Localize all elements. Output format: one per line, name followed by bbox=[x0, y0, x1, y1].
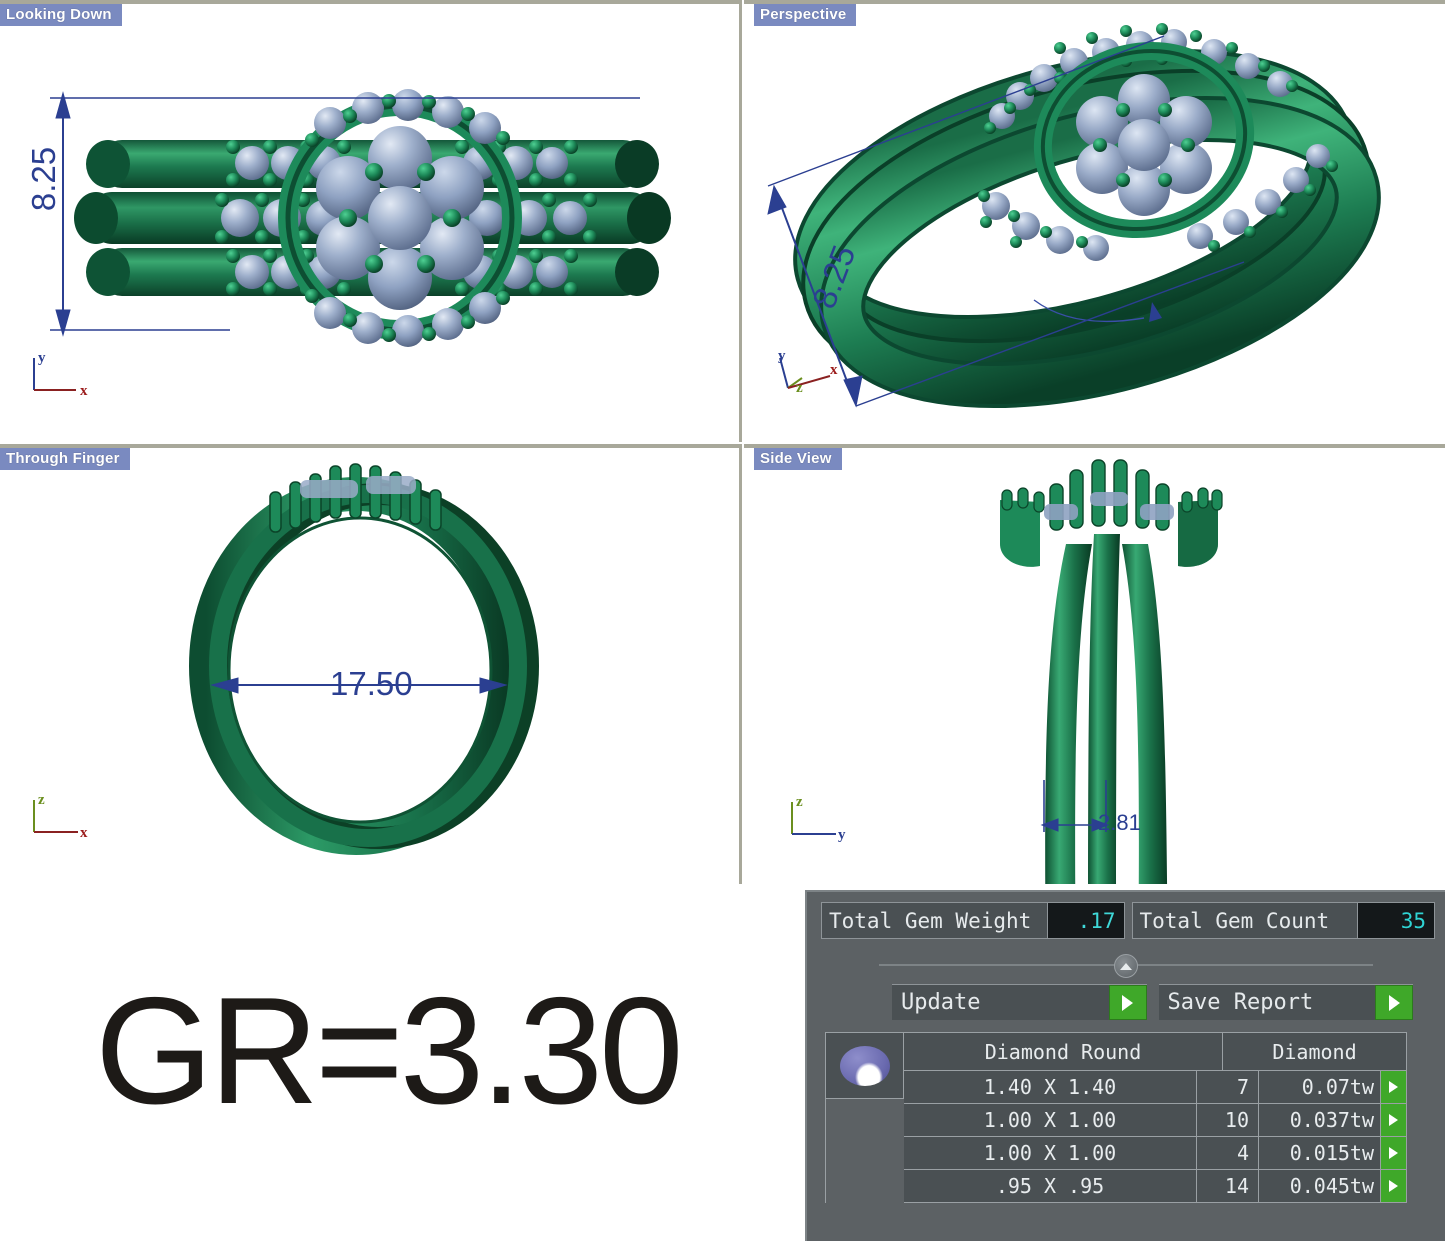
axis-label-y: y bbox=[778, 348, 786, 364]
update-button-label: Update bbox=[892, 985, 1109, 1020]
gem-size: 1.40 X 1.40 bbox=[904, 1071, 1197, 1104]
axis-label-x: x bbox=[80, 383, 88, 399]
gem-report-panel: Total Gem Weight .17 Total Gem Count 35 … bbox=[805, 890, 1445, 1241]
table-row[interactable]: 1.00 X 1.00 10 0.037tw bbox=[904, 1104, 1407, 1137]
axis-label-x: x bbox=[830, 362, 838, 378]
axis-label-z: z bbox=[796, 794, 803, 810]
panel-divider bbox=[879, 954, 1373, 976]
gem-count: 7 bbox=[1197, 1071, 1259, 1104]
total-gem-weight-value: .17 bbox=[1048, 903, 1124, 938]
table-row[interactable]: .95 X .95 14 0.045tw bbox=[904, 1170, 1407, 1203]
viewport-side-view[interactable]: Side View bbox=[744, 444, 1445, 884]
viewport-label-side-view: Side View bbox=[754, 448, 842, 470]
diamond-icon bbox=[840, 1046, 890, 1086]
gem-thumbnail-column bbox=[826, 1033, 904, 1203]
collapse-panel-button[interactable] bbox=[1114, 954, 1138, 978]
table-header-row: Diamond Round Diamond bbox=[904, 1033, 1407, 1071]
viewport-label-through-finger: Through Finger bbox=[0, 448, 130, 470]
viewport-perspective[interactable]: Perspective bbox=[744, 0, 1445, 442]
row-action-arrow-icon[interactable] bbox=[1381, 1170, 1407, 1203]
play-arrow-icon[interactable] bbox=[1109, 985, 1147, 1020]
total-gem-weight-label: Total Gem Weight bbox=[822, 903, 1048, 938]
axis-gizmo-looking-down: y x bbox=[24, 348, 94, 398]
axis-label-z: z bbox=[38, 792, 45, 808]
total-gem-count-readout: Total Gem Count 35 bbox=[1132, 902, 1436, 939]
gem-weight: 0.07tw bbox=[1259, 1071, 1381, 1104]
row-action-arrow-icon[interactable] bbox=[1381, 1071, 1407, 1104]
axis-label-x: x bbox=[80, 825, 88, 841]
gem-count: 14 bbox=[1197, 1170, 1259, 1203]
dimension-label-side-width: 2.81 bbox=[1098, 810, 1141, 836]
axis-gizmo-side-view: z y bbox=[782, 792, 852, 842]
save-report-button-label: Save Report bbox=[1159, 985, 1376, 1020]
gem-size: 1.00 X 1.00 bbox=[904, 1137, 1197, 1170]
gem-report-summary: Total Gem Weight .17 Total Gem Count 35 bbox=[807, 892, 1445, 939]
axis-label-y: y bbox=[838, 827, 846, 843]
row-action-arrow-icon[interactable] bbox=[1381, 1104, 1407, 1137]
gem-weight: 0.037tw bbox=[1259, 1104, 1381, 1137]
dimension-label-height: 8.25 bbox=[25, 147, 63, 211]
gem-table: Diamond Round Diamond 1.40 X 1.40 7 0.07… bbox=[825, 1032, 1407, 1203]
gem-table-body: Diamond Round Diamond 1.40 X 1.40 7 0.07… bbox=[904, 1033, 1407, 1203]
ring-render-looking-down bbox=[0, 0, 742, 442]
axis-gizmo-perspective: y z x bbox=[762, 348, 832, 398]
gem-size: 1.00 X 1.00 bbox=[904, 1104, 1197, 1137]
chevron-up-icon bbox=[1120, 963, 1132, 970]
gem-thumbnail[interactable] bbox=[826, 1033, 904, 1099]
column-header-shape: Diamond Round bbox=[904, 1033, 1223, 1071]
gem-count: 10 bbox=[1197, 1104, 1259, 1137]
viewport-through-finger[interactable]: Through Finger bbox=[0, 444, 742, 884]
gem-count: 4 bbox=[1197, 1137, 1259, 1170]
gem-size: .95 X .95 bbox=[904, 1170, 1197, 1203]
gem-weight: 0.015tw bbox=[1259, 1137, 1381, 1170]
save-report-button[interactable]: Save Report bbox=[1159, 984, 1414, 1020]
ring-render-perspective bbox=[744, 0, 1445, 442]
total-gem-weight-readout: Total Gem Weight .17 bbox=[821, 902, 1125, 939]
viewport-label-perspective: Perspective bbox=[754, 4, 856, 26]
column-header-material: Diamond bbox=[1223, 1033, 1407, 1071]
ring-render-through-finger bbox=[0, 444, 742, 884]
play-arrow-icon[interactable] bbox=[1375, 985, 1413, 1020]
viewport-label-looking-down: Looking Down bbox=[0, 4, 122, 26]
dimension-label-inner-diameter: 17.50 bbox=[330, 665, 413, 703]
total-gem-count-value: 35 bbox=[1358, 903, 1434, 938]
gem-weight: 0.045tw bbox=[1259, 1170, 1381, 1203]
gem-report-actions: Update Save Report bbox=[807, 976, 1445, 1020]
table-row[interactable]: 1.00 X 1.00 4 0.015tw bbox=[904, 1137, 1407, 1170]
gold-ratio-label: GR=3.30 bbox=[95, 975, 680, 1127]
update-button[interactable]: Update bbox=[892, 984, 1147, 1020]
axis-label-y: y bbox=[38, 350, 46, 366]
axis-gizmo-through-finger-glyph: z x bbox=[24, 790, 94, 840]
viewport-grid: Looking Down bbox=[0, 0, 1445, 884]
table-row[interactable]: 1.40 X 1.40 7 0.07tw bbox=[904, 1071, 1407, 1104]
viewport-looking-down[interactable]: Looking Down bbox=[0, 0, 742, 442]
total-gem-count-label: Total Gem Count bbox=[1133, 903, 1359, 938]
row-action-arrow-icon[interactable] bbox=[1381, 1137, 1407, 1170]
axis-label-z: z bbox=[796, 380, 803, 396]
